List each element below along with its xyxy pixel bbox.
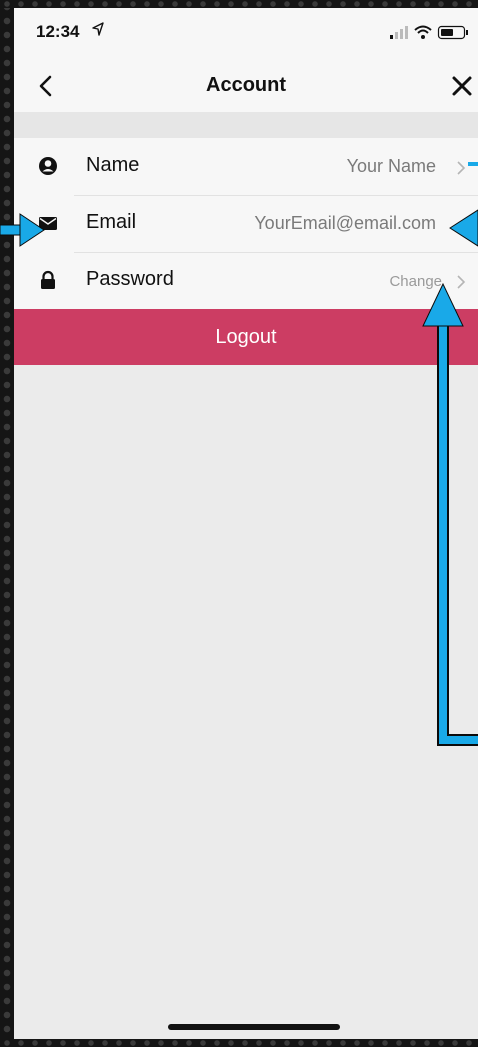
- phone-screen: 12:34 Account Name Your Name Email YourE…: [14, 8, 478, 1039]
- nav-bar: Account: [14, 60, 478, 112]
- lock-icon: [41, 270, 55, 289]
- account-list: Name Your Name Email YourEmail@email.com…: [14, 138, 478, 309]
- chevron-right-icon: [457, 161, 466, 175]
- home-indicator: [168, 1024, 340, 1030]
- texture-frame-bottom: [0, 1039, 478, 1047]
- signal-bars-icon: [390, 26, 408, 39]
- close-icon[interactable]: [450, 74, 474, 98]
- name-row[interactable]: Name Your Name: [14, 138, 478, 195]
- battery-icon: [437, 25, 468, 40]
- user-circle-icon: [39, 157, 57, 175]
- email-label: Email: [86, 211, 137, 233]
- texture-frame-left: [0, 0, 14, 1047]
- status-bar: 12:34: [14, 8, 478, 60]
- chevron-right-icon: [457, 275, 466, 289]
- email-row[interactable]: Email YourEmail@email.com: [14, 195, 478, 252]
- envelope-icon: [39, 217, 57, 230]
- texture-frame-top: [0, 0, 478, 8]
- page-title: Account: [206, 74, 286, 96]
- password-label: Password: [86, 268, 174, 290]
- email-value: YourEmail@email.com: [254, 213, 436, 233]
- location-arrow-icon: [92, 22, 104, 36]
- logout-button[interactable]: Logout: [14, 309, 478, 365]
- wifi-icon: [414, 25, 432, 39]
- password-row[interactable]: Password Change: [14, 252, 478, 309]
- name-label: Name: [86, 154, 140, 176]
- section-gap: [14, 112, 478, 138]
- status-time: 12:34: [36, 22, 80, 41]
- password-change-link[interactable]: Change: [389, 273, 442, 290]
- name-value: Your Name: [346, 156, 436, 176]
- status-icons: [390, 25, 468, 40]
